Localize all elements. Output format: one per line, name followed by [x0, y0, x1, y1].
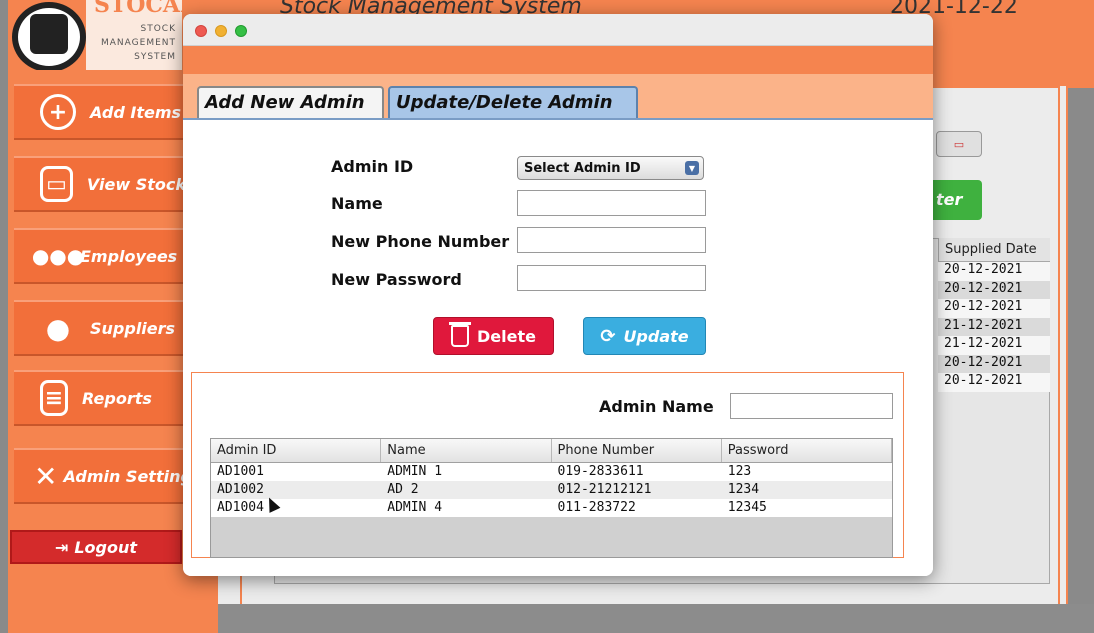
sidebar-item-employees[interactable]: ●●● Employees	[14, 228, 186, 284]
admin-settings-dialog: Add New Admin Update/Delete Admin Admin …	[183, 14, 933, 576]
admin-name-label: Admin Name	[599, 397, 714, 416]
table-row[interactable]: AD1002 AD 2 012-21212121 1234	[211, 481, 892, 499]
table-cell: 20-12-2021	[938, 354, 1050, 373]
tools-icon: ✕	[34, 459, 58, 493]
name-label: Name	[331, 194, 383, 213]
sidebar-item-reports[interactable]: ≡ Reports	[14, 370, 186, 426]
table-cell: 20-12-2021	[938, 373, 1050, 392]
refresh-icon: ⟳	[600, 325, 616, 347]
logo-box-icon	[30, 14, 68, 54]
logout-icon: ⇥	[54, 537, 69, 557]
sidebar-item-label: Employees	[80, 246, 178, 266]
table-cell: 012-21212121	[557, 482, 652, 497]
screen: STOCK MANAGEMENT SYSTEM STOCAPP Stock Ma…	[0, 0, 1094, 633]
column-header-phone-number[interactable]: Phone Number	[552, 439, 722, 462]
people-icon: ●●●	[31, 244, 85, 268]
table-cell: 21-12-2021	[938, 336, 1050, 355]
table-cell: 20-12-2021	[938, 299, 1050, 318]
table-cell: AD1001	[217, 464, 264, 479]
brand-line-3: SYSTEM	[134, 52, 176, 62]
sidebar-item-suppliers[interactable]: ● Suppliers	[14, 300, 186, 356]
name-field[interactable]	[517, 190, 706, 216]
tab-add-new-admin[interactable]: Add New Admin	[197, 86, 384, 118]
admin-id-label: Admin ID	[331, 157, 414, 176]
delete-label: Delete	[477, 326, 536, 346]
column-header-admin-id[interactable]: Admin ID	[211, 439, 382, 462]
table-cell: 123	[727, 464, 752, 479]
minimize-window-button[interactable]	[215, 25, 227, 37]
column-header-password[interactable]: Password	[722, 439, 892, 462]
sidebar-item-label: View Stock	[86, 174, 186, 194]
table-body: AD1001 ADMIN 1 019-2833611 123 AD1002 AD…	[211, 463, 892, 517]
sidebar-item-add-items[interactable]: + Add Items	[14, 84, 186, 140]
calendar-icon[interactable]: ▭	[936, 131, 982, 157]
new-password-label: New Password	[331, 270, 462, 289]
logout-button[interactable]: ⇥ Logout	[10, 530, 182, 564]
tab-bar: Add New Admin Update/Delete Admin	[183, 74, 933, 118]
box-icon: ▭	[40, 166, 73, 202]
tab-content: Admin ID Select Admin ID ▼ Name New Phon…	[183, 118, 933, 576]
table-header: Admin ID Name Phone Number Password	[211, 439, 892, 463]
table-cell: 20-12-2021	[938, 262, 1050, 281]
logout-label: Logout	[74, 537, 138, 557]
sidebar-item-admin-settings[interactable]: ✕ Admin Settings	[14, 448, 201, 504]
chevron-down-icon: ▼	[685, 161, 699, 175]
column-header-name[interactable]: Name	[381, 439, 552, 462]
sidebar-item-view-stock[interactable]: ▭ View Stock	[14, 156, 186, 212]
admin-id-select-value: Select Admin ID	[524, 161, 641, 176]
new-password-field[interactable]	[517, 265, 706, 291]
tab-update-delete-admin[interactable]: Update/Delete Admin	[388, 86, 638, 118]
sidebar-item-label: Reports	[82, 388, 152, 408]
table-cell: AD 2	[387, 482, 419, 497]
admin-id-select[interactable]: Select Admin ID ▼	[517, 156, 704, 180]
new-phone-label: New Phone Number	[331, 232, 510, 251]
admin-table[interactable]: Admin ID Name Phone Number Password AD10…	[210, 438, 893, 558]
admin-name-search-input[interactable]	[730, 393, 893, 419]
supplied-date-header[interactable]: Supplied Date	[938, 238, 1050, 262]
table-cell: 12345	[727, 500, 767, 515]
person-icon: ●	[45, 311, 71, 345]
document-icon: ≡	[40, 380, 68, 416]
delete-button[interactable]: Delete	[433, 317, 554, 355]
window-titlebar[interactable]	[183, 14, 933, 46]
table-row[interactable]: AD1004 ADMIN 4 011-283722 12345	[211, 499, 892, 517]
table-cell: AD1004	[217, 500, 264, 515]
table-cell: 21-12-2021	[938, 317, 1050, 336]
brand-line-2: MANAGEMENT	[101, 38, 176, 48]
table-cell: 011-283722	[557, 500, 636, 515]
supplied-date-column: 20-12-2021 20-12-2021 20-12-2021 21-12-2…	[938, 262, 1050, 392]
update-label: Update	[623, 326, 689, 346]
table-cell: ADMIN 4	[387, 500, 443, 515]
filter-button[interactable]: ter	[926, 180, 982, 220]
sidebar-item-label: Suppliers	[90, 318, 176, 338]
table-cell: AD1002	[217, 482, 264, 497]
close-window-button[interactable]	[195, 25, 207, 37]
maximize-window-button[interactable]	[235, 25, 247, 37]
sidebar-item-label: Admin Settings	[63, 466, 202, 486]
new-phone-field[interactable]	[517, 227, 706, 253]
sidebar-item-label: Add Items	[90, 102, 182, 122]
table-row[interactable]: AD1001 ADMIN 1 019-2833611 123	[211, 463, 892, 481]
brand-line-1: STOCK	[140, 24, 176, 34]
bottom-bar	[218, 604, 1094, 633]
plus-circle-icon: +	[40, 94, 76, 130]
table-cell: 20-12-2021	[938, 280, 1050, 299]
table-cell: 019-2833611	[557, 464, 644, 479]
trash-icon	[449, 322, 472, 347]
table-cell: 1234	[727, 482, 760, 497]
dialog-header-band	[183, 46, 933, 74]
table-cell: ADMIN 1	[387, 464, 443, 479]
update-button[interactable]: ⟳ Update	[583, 317, 706, 355]
